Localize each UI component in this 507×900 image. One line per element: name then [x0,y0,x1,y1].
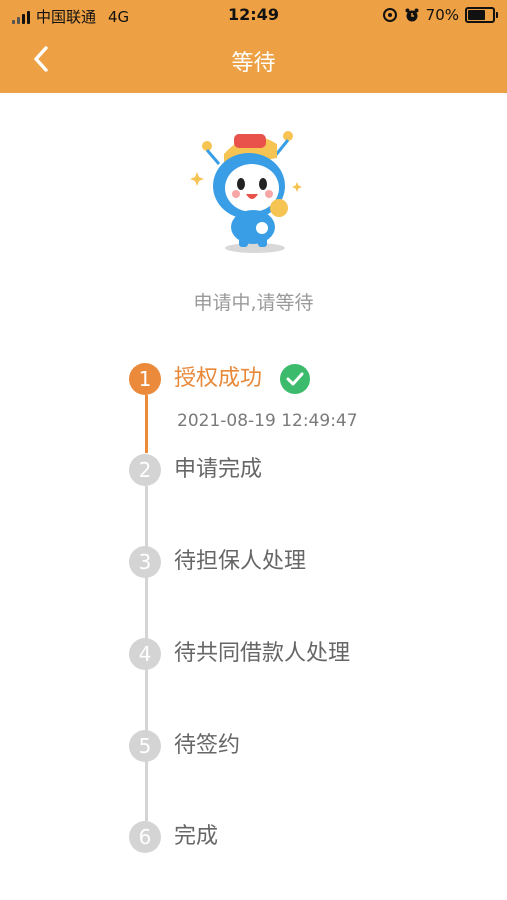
step-4-label: 待共同借款人处理 [174,641,351,666]
progress-steps: 1 授权成功 2021-08-19 12:49:47 2 申请完成 3 待担保人… [0,0,507,900]
step-2-label: 申请完成 [174,457,263,482]
step-3-label: 待担保人处理 [174,549,307,574]
step-5-label: 待签约 [174,733,241,758]
step-6-circle: 6 [129,821,161,853]
step-6-label: 完成 [174,824,219,849]
step-1-label: 授权成功 [174,366,263,391]
step-5-circle: 5 [129,730,161,762]
progress-line-active [145,395,148,453]
step-1-time: 2021-08-19 12:49:47 [177,411,358,431]
check-icon [280,364,310,394]
step-3-circle: 3 [129,546,161,578]
step-4-circle: 4 [129,638,161,670]
step-2-circle: 2 [129,454,161,486]
step-1-circle: 1 [129,363,161,395]
